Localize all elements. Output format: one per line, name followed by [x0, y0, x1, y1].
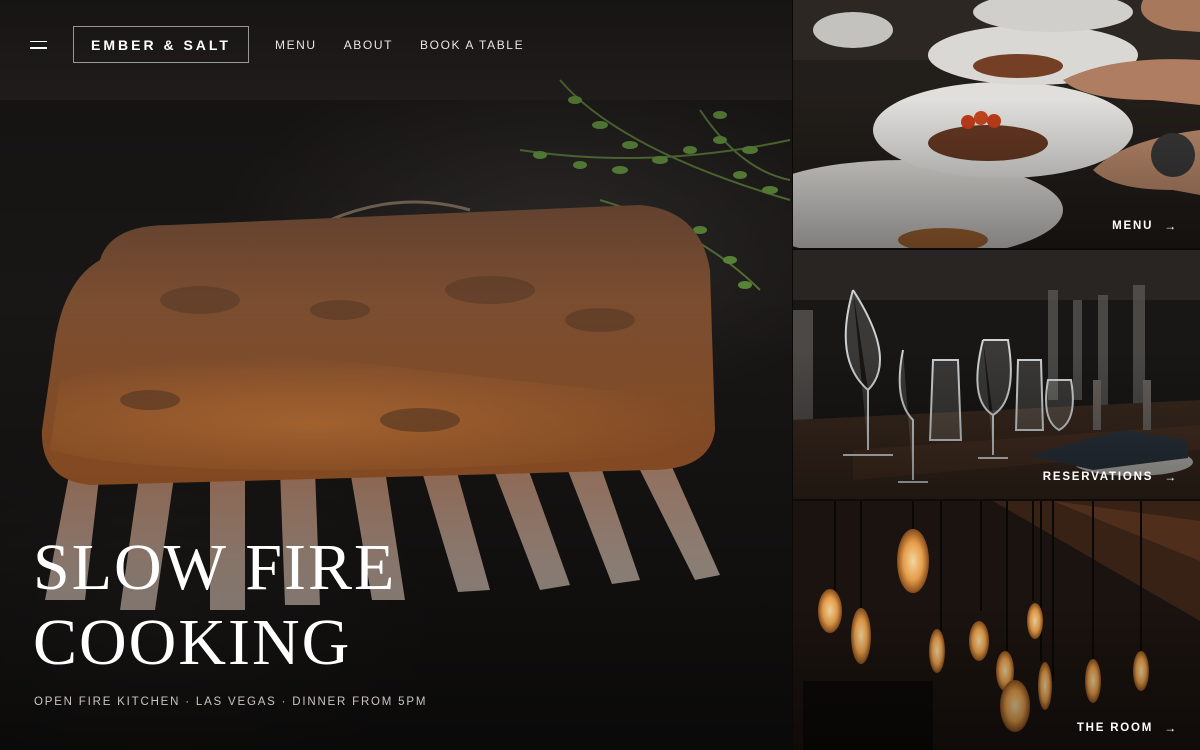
top-navigation: EMBER & SALT MENU ABOUT BOOK A TABLE: [30, 26, 551, 63]
panel-link-reservations[interactable]: RESERVATIONS →: [1043, 470, 1178, 484]
hamburger-icon[interactable]: [30, 40, 47, 49]
panel-label-the-room: THE ROOM: [1076, 722, 1154, 734]
panel-reservations[interactable]: RESERVATIONS →: [793, 250, 1200, 499]
panel-link-menu[interactable]: MENU →: [1112, 219, 1178, 233]
panel-menu[interactable]: MENU →: [793, 0, 1200, 248]
arrow-right-icon: →: [1164, 219, 1178, 233]
nav-link-book-a-table[interactable]: BOOK A TABLE: [420, 38, 524, 52]
headline-line-2: COOKING: [33, 606, 352, 679]
panel-label-menu: MENU: [1112, 220, 1154, 232]
panel-the-room[interactable]: THE ROOM →: [793, 501, 1200, 750]
headline-line-1: SLOW FIRE: [33, 531, 397, 604]
nav-link-menu[interactable]: MENU: [275, 38, 317, 52]
arrow-right-icon: →: [1164, 721, 1178, 735]
hero-tagline: OPEN FIRE KITCHEN · LAS VEGAS · DINNER F…: [34, 696, 428, 708]
hero-headline: SLOW FIRE COOKING: [33, 530, 396, 680]
nav-links: MENU ABOUT BOOK A TABLE: [275, 38, 551, 52]
brand-logo[interactable]: EMBER & SALT: [73, 26, 249, 63]
nav-link-about[interactable]: ABOUT: [344, 38, 393, 52]
arrow-right-icon: →: [1164, 470, 1178, 484]
panel-link-the-room[interactable]: THE ROOM →: [1077, 721, 1178, 735]
panel-label-reservations: RESERVATIONS: [1042, 471, 1154, 483]
